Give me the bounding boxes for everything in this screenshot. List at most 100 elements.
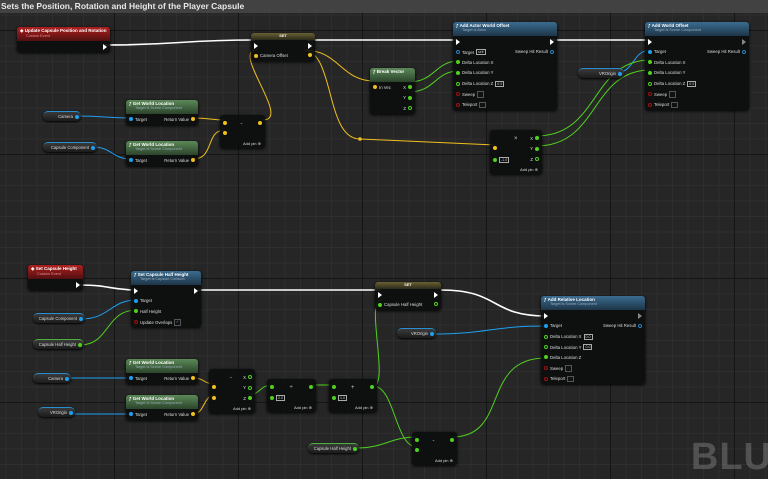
pin-z[interactable]: Z	[243, 396, 252, 401]
pin-exec[interactable]	[194, 287, 198, 294]
pin-return-value[interactable]: Return Value	[164, 376, 195, 381]
reroute-knot[interactable]	[358, 137, 362, 141]
node-header[interactable]: ƒ Get World Location Target is Scene Comp…	[126, 395, 198, 409]
pin-y[interactable]: Y	[530, 146, 539, 151]
pin-delta-location-x[interactable]: Delta Location X	[456, 60, 494, 65]
pin-float[interactable]	[309, 384, 313, 389]
pin-teleport[interactable]: Teleport	[456, 101, 486, 108]
pin-float-icon[interactable]	[248, 396, 252, 400]
pin-vector-icon[interactable]	[212, 395, 216, 400]
pin-vector-icon[interactable]	[223, 131, 227, 135]
pin-vector-icon[interactable]	[191, 412, 195, 416]
pin-float-icon[interactable]	[248, 385, 252, 390]
pin-exec[interactable]	[254, 42, 258, 49]
pin-float-icon[interactable]	[270, 396, 274, 400]
pin-object-icon[interactable]	[79, 317, 83, 321]
pin-vector-icon[interactable]	[258, 120, 262, 125]
pin-update-overlaps[interactable]: Update Overlaps ✓	[134, 319, 181, 326]
pin-object-icon[interactable]	[618, 72, 622, 76]
pin-default-value[interactable]: -1.0	[499, 156, 510, 163]
pin-exec[interactable]	[648, 38, 652, 45]
pin-vector-icon[interactable]	[308, 53, 312, 57]
pin-bool-icon[interactable]	[544, 366, 548, 371]
exec-pin-icon[interactable]	[638, 312, 642, 319]
pin-float-icon[interactable]	[408, 85, 412, 89]
variable-camera[interactable]: Camera	[43, 111, 81, 121]
pin-target[interactable]: Target	[129, 376, 147, 381]
pin-float-icon[interactable]	[535, 157, 539, 161]
pin-float-icon[interactable]	[408, 95, 412, 100]
add-pin-button[interactable]: Add pin ⊕	[243, 141, 261, 146]
checkbox[interactable]	[567, 375, 574, 382]
pin-vector-icon[interactable]	[212, 385, 216, 389]
node-break-vector[interactable]: ƒ Break Vector In Vec X Y Z	[370, 68, 415, 114]
pin-sweep-hit-result[interactable]: Sweep Hit Result	[707, 49, 746, 54]
node-set-capsule-half-height[interactable]: ƒ Set Capsule Half Height Target is Capsu…	[131, 271, 201, 327]
pin-float-icon[interactable]	[535, 136, 539, 140]
variable-vrorigin[interactable]: VROrigin	[578, 68, 624, 78]
pin-camera-offset[interactable]: Camera Offset	[254, 53, 288, 58]
node-math-div1[interactable]: 2.0 ÷ Add pin ⊕	[267, 379, 316, 412]
pin-vector[interactable]	[308, 53, 312, 57]
pin-object-icon[interactable]	[430, 332, 434, 336]
pin-float-icon[interactable]	[415, 437, 419, 442]
node-set[interactable]: SET Camera Offset	[251, 33, 315, 61]
pin-float-icon[interactable]	[456, 60, 460, 64]
node-header[interactable]: ◈ Update Capsule Position and Rotation Cu…	[17, 27, 110, 41]
pin-vector-icon[interactable]	[254, 53, 258, 58]
node-math-sub2[interactable]: X Y Z - Add pin ⊕	[209, 369, 255, 413]
variable-capsule-half-height[interactable]: Capsule Half Height	[308, 443, 359, 453]
pin-x[interactable]: X	[243, 375, 252, 380]
add-pin-button[interactable]: Add pin ⊕	[233, 406, 251, 411]
pin-float-icon[interactable]	[309, 384, 313, 389]
checkbox[interactable]	[479, 101, 486, 108]
pin-y[interactable]: Y	[243, 385, 252, 390]
node-header[interactable]: SET	[375, 282, 441, 289]
pin-half-height[interactable]: Half Height	[134, 309, 161, 314]
pin-delta-location-y[interactable]: Delta Location Y	[648, 70, 685, 75]
pin-z[interactable]: Z	[403, 106, 412, 111]
pin-float-icon[interactable]	[544, 355, 548, 359]
pin-sweep-hit-result[interactable]: Sweep Hit Result	[515, 49, 554, 54]
pin-float[interactable]: -1.0	[493, 156, 510, 163]
add-pin-button[interactable]: Add pin ⊕	[294, 405, 312, 410]
exec-pin-icon[interactable]	[742, 38, 746, 45]
pin-vector-icon[interactable]	[191, 376, 195, 380]
pin-exec[interactable]	[544, 312, 548, 319]
pin-float-icon[interactable]	[248, 375, 252, 379]
pin-float[interactable]	[332, 384, 336, 389]
node-set[interactable]: SET Capsule Half Height	[375, 282, 441, 310]
pin-float-icon[interactable]	[493, 157, 497, 162]
exec-pin-icon[interactable]	[194, 287, 198, 294]
pin-float-icon[interactable]	[456, 70, 460, 75]
pin-object-icon[interactable]	[129, 158, 133, 162]
pin-object-icon[interactable]	[69, 411, 73, 415]
pin-float[interactable]	[270, 384, 274, 389]
pin-bool-icon[interactable]	[648, 102, 652, 107]
pin-target[interactable]: Target self	[456, 49, 486, 55]
pin-float[interactable]	[370, 384, 374, 389]
pin-vector[interactable]	[258, 120, 262, 125]
pin-vector-icon[interactable]	[373, 85, 377, 89]
checkbox[interactable]	[671, 101, 678, 108]
pin-object-icon[interactable]	[129, 412, 133, 416]
node-add-actor-world-offset[interactable]: ƒ Add Actor World Offset Target is Actor T…	[453, 22, 557, 110]
pin-object-icon[interactable]	[134, 298, 138, 303]
pin-float[interactable]	[450, 437, 454, 442]
pin-return-value[interactable]: Return Value	[164, 158, 195, 163]
pin-bool-icon[interactable]	[648, 92, 652, 97]
pin-exec[interactable]	[134, 287, 138, 294]
pin-default-value[interactable]: 1.0	[338, 395, 347, 401]
pin-float-icon[interactable]	[270, 384, 274, 389]
node-header[interactable]: ƒ Get World Location Target is Scene Comp…	[126, 359, 198, 373]
exec-pin-icon[interactable]	[76, 281, 80, 288]
node-math-sub3[interactable]: - Add pin ⊕	[412, 432, 457, 465]
pin-vector[interactable]	[493, 146, 497, 150]
exec-pin-icon[interactable]	[434, 291, 438, 298]
node-math-add1[interactable]: 1.0 + Add pin ⊕	[329, 379, 377, 412]
node-get-world-location[interactable]: ƒ Get World Location Target is Scene Comp…	[126, 359, 198, 384]
pin-x[interactable]: X	[530, 136, 539, 141]
node-get-world-location[interactable]: ƒ Get World Location Target is Scene Comp…	[126, 395, 198, 420]
pin-struct-icon[interactable]	[456, 50, 460, 54]
pin-vector-icon[interactable]	[191, 117, 195, 121]
